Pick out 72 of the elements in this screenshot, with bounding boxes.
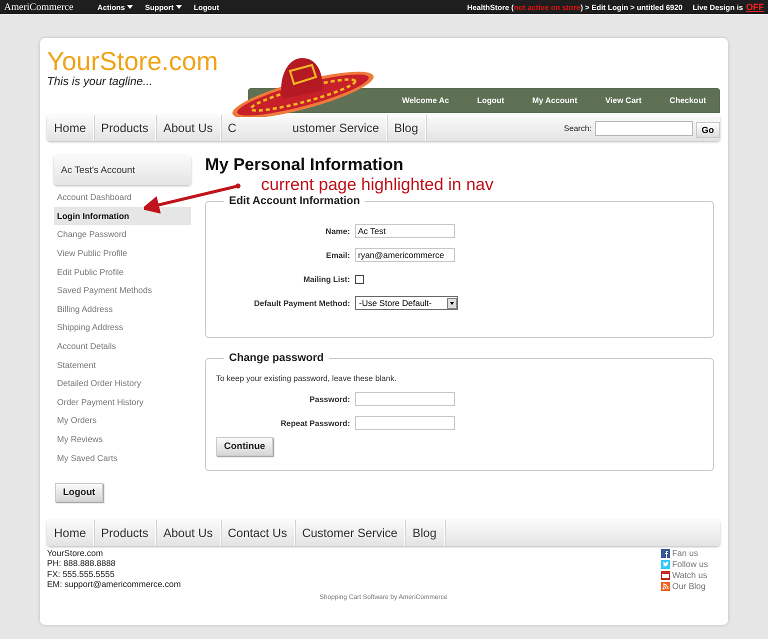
sidebar-item[interactable]: Account Details xyxy=(54,336,191,356)
checkbox[interactable] xyxy=(355,274,364,284)
sidebar-item[interactable]: View Public Profile xyxy=(54,244,191,262)
footer-nav-link[interactable]: Products xyxy=(94,520,156,546)
facebook-icon xyxy=(661,548,670,558)
footer-nav-link[interactable]: Contact Us xyxy=(220,520,296,546)
section-legend: Edit Account Information xyxy=(224,195,365,207)
account-link[interactable]: My Account xyxy=(518,96,592,105)
caret-icon xyxy=(126,5,133,9)
contact-text: FX: 555.555.5555 xyxy=(47,568,116,580)
social-link[interactable]: Follow us xyxy=(661,558,708,570)
footer-nav-link[interactable]: Blog xyxy=(405,520,444,546)
footer-nav-link[interactable]: Home xyxy=(47,520,94,546)
password-field[interactable] xyxy=(355,392,455,406)
rss-icon xyxy=(661,582,670,591)
nav-link[interactable]: C xyxy=(220,115,236,141)
sidebar-item[interactable]: Edit Public Profile xyxy=(54,262,191,281)
sidebar-item[interactable]: Saved Payment Methods xyxy=(54,280,191,300)
field-label: Mailing List: xyxy=(302,274,350,284)
account-link[interactable]: View Cart xyxy=(591,96,656,105)
live-design-toggle[interactable]: OFF xyxy=(746,2,764,12)
field-label: Email: xyxy=(324,250,350,260)
sidebar-title: Ac Test's Account xyxy=(54,155,191,185)
account-link[interactable]: Logout xyxy=(463,96,518,105)
sidebar-item[interactable]: Change Password xyxy=(54,225,191,244)
section-legend: Change password xyxy=(224,352,329,364)
sidebar-item[interactable]: My Saved Carts xyxy=(54,448,191,467)
logout-button[interactable]: Logout xyxy=(55,482,104,502)
bird-icon xyxy=(661,560,670,569)
search-field[interactable] xyxy=(594,120,692,136)
footer-nav-link[interactable]: Customer Service xyxy=(295,520,406,546)
nav-link[interactable]: About Us xyxy=(156,115,221,141)
nav-link[interactable]: Blog xyxy=(387,115,426,141)
nav-link[interactable]: ustomer Service xyxy=(292,115,388,141)
footer-nav-link[interactable]: About Us xyxy=(156,520,221,546)
dropdown-select[interactable]: -Use Store Default- xyxy=(355,296,458,310)
sidebar-item[interactable]: Billing Address xyxy=(54,300,191,318)
social-link[interactable]: Our Blog xyxy=(661,580,708,592)
nav-link[interactable]: Products xyxy=(94,115,156,141)
store-tagline: This is your tagline... xyxy=(47,76,154,88)
sidebar-item[interactable]: My Reviews xyxy=(54,430,191,448)
sidebar-item[interactable]: Detailed Order History xyxy=(54,374,191,393)
go-button[interactable]: Go xyxy=(696,122,720,138)
search-label: Search: xyxy=(564,124,592,132)
social-link[interactable]: Fan us xyxy=(661,548,708,559)
input-field[interactable]: Ac Test xyxy=(355,224,455,238)
hint-text: To keep your existing password, leave these blank. xyxy=(216,374,398,383)
brand-logo: AmeriCommerce xyxy=(4,2,74,12)
nav-link[interactable]: Home xyxy=(47,115,94,141)
password-field[interactable] xyxy=(355,416,455,430)
page-title: My Personal Information xyxy=(205,155,404,175)
video-icon xyxy=(661,570,670,580)
contact-text: EM: support@americommerce.com xyxy=(47,579,181,590)
contact-text: PH: 888.888.8888 xyxy=(47,558,117,569)
field-label: Default Payment Method: xyxy=(252,298,350,308)
annotation-text: current page highlighted in nav xyxy=(261,175,494,195)
sidebar-item[interactable]: Shipping Address xyxy=(54,318,191,337)
field-label: Repeat Password: xyxy=(280,418,350,428)
sidebar-item[interactable]: Order Payment History xyxy=(54,392,191,412)
input-field[interactable]: ryan@americommerce xyxy=(355,248,455,262)
continue-button[interactable]: Continue xyxy=(216,437,274,456)
sidebar-item[interactable]: Login Information xyxy=(54,206,191,226)
field-label: Password: xyxy=(308,394,350,404)
field-label: Name: xyxy=(324,226,350,236)
sidebar-item[interactable]: Account Dashboard xyxy=(54,188,191,207)
caret-icon xyxy=(176,5,182,9)
contact-text: YourStore.com xyxy=(47,548,104,558)
sidebar-item[interactable]: Statement xyxy=(54,355,191,374)
welcome-text: Welcome Ac xyxy=(400,96,450,105)
social-link[interactable]: Watch us xyxy=(661,570,708,581)
account-link[interactable]: Checkout xyxy=(656,96,720,105)
sidebar-item[interactable]: My Orders xyxy=(54,411,191,430)
